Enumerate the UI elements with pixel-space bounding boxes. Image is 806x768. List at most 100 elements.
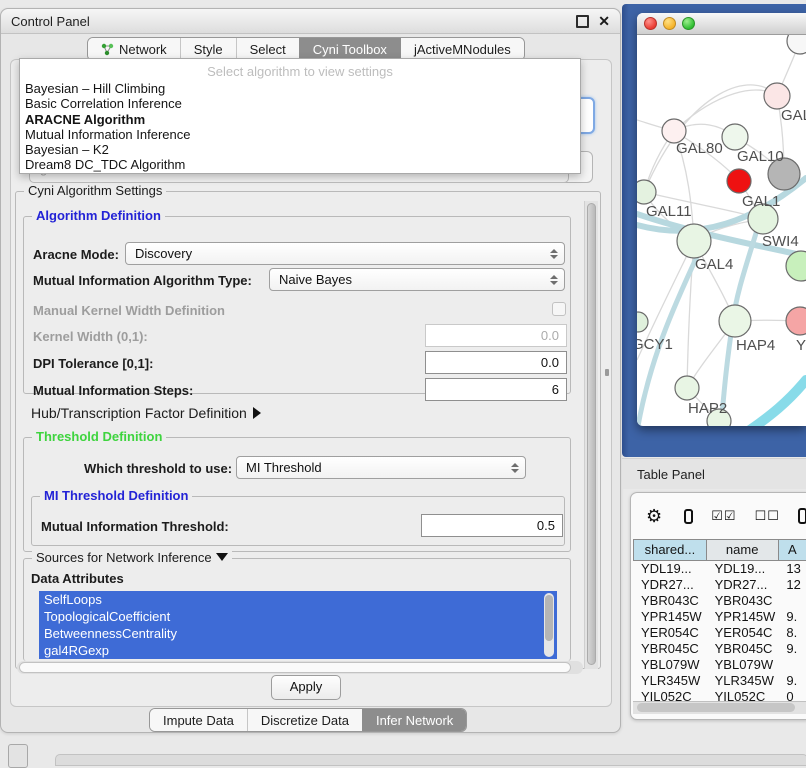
- scrollbar-thumb[interactable]: [587, 203, 596, 665]
- table-cell[interactable]: [778, 593, 806, 609]
- algorithm-option[interactable]: Dream8 DC_TDC Algorithm: [20, 157, 580, 172]
- tab-select[interactable]: Select: [236, 38, 299, 60]
- table-cell[interactable]: 9.: [778, 641, 806, 657]
- column-header-name[interactable]: name: [707, 539, 779, 561]
- table-cell[interactable]: YDR27...: [633, 577, 707, 593]
- algorithm-option[interactable]: Bayesian – K2: [20, 142, 580, 157]
- mi-threshold-input[interactable]: 0.5: [421, 514, 563, 537]
- scrollbar-thumb[interactable]: [19, 662, 571, 673]
- network-node-swi4[interactable]: [786, 251, 806, 281]
- table-row[interactable]: YBL079W YBL079W: [633, 657, 806, 673]
- zoom-traffic-light[interactable]: [682, 17, 695, 30]
- table-row[interactable]: YPR145W YPR145W 9.: [633, 609, 806, 625]
- tab-network[interactable]: Network: [88, 38, 180, 60]
- table-cell[interactable]: YPR145W: [707, 609, 779, 625]
- table-cell[interactable]: YIL052C: [707, 689, 779, 701]
- hub-definition-expander[interactable]: Hub/Transcription Factor Definition: [31, 405, 261, 421]
- aracne-mode-combo[interactable]: Discovery: [125, 242, 565, 265]
- table-cell[interactable]: YBR043C: [707, 593, 779, 609]
- select-all-checkboxes-icon[interactable]: ☑☑: [711, 508, 736, 524]
- sources-title-row[interactable]: Sources for Network Inference: [32, 550, 232, 565]
- split-pane-handle[interactable]: [605, 369, 609, 376]
- table-cell[interactable]: YDL19...: [707, 561, 779, 577]
- network-canvas[interactable]: GAL GAL80 GAL10 GAL1 GAL11 SWI4 GAL4 GCY…: [637, 35, 806, 426]
- table-cell[interactable]: YDL19...: [633, 561, 707, 577]
- float-window-icon[interactable]: [576, 15, 589, 28]
- table-row[interactable]: YBR045C YBR045C 9.: [633, 641, 806, 657]
- mi-steps-input[interactable]: 6: [425, 378, 567, 401]
- table-cell[interactable]: YBR045C: [707, 641, 779, 657]
- manual-kernel-width-checkbox[interactable]: [552, 302, 566, 316]
- minimize-traffic-light[interactable]: [663, 17, 676, 30]
- table-cell[interactable]: 9.: [778, 673, 806, 689]
- algorithm-option[interactable]: Basic Correlation Inference: [20, 96, 580, 111]
- table-cell[interactable]: YBR045C: [633, 641, 707, 657]
- table-row[interactable]: YER054C YER054C 8.: [633, 625, 806, 641]
- which-threshold-combo[interactable]: MI Threshold: [236, 456, 526, 479]
- settings-horizontal-scrollbar[interactable]: [17, 661, 583, 674]
- network-node[interactable]: [786, 307, 806, 335]
- table-row[interactable]: YDL19... YDL19... 13: [633, 561, 806, 577]
- table-cell[interactable]: 12: [778, 577, 806, 593]
- table-row[interactable]: YBR043C YBR043C: [633, 593, 806, 609]
- attribute-item-selected[interactable]: SelfLoops: [39, 591, 557, 608]
- dpi-tolerance-input[interactable]: 0.0: [425, 351, 567, 374]
- apply-button[interactable]: Apply: [271, 675, 341, 700]
- network-node-selected-red[interactable]: [727, 169, 751, 193]
- table-cell[interactable]: YER054C: [707, 625, 779, 641]
- table-cell[interactable]: 13: [778, 561, 806, 577]
- table-cell[interactable]: YPR145W: [633, 609, 707, 625]
- table-cell[interactable]: [778, 657, 806, 673]
- collapsed-panel-button[interactable]: [8, 744, 28, 768]
- tab-discretize-data[interactable]: Discretize Data: [247, 709, 362, 731]
- table-cell[interactable]: YIL052C: [633, 689, 707, 701]
- column-header-partial[interactable]: A: [779, 539, 806, 561]
- attribute-item-selected[interactable]: TopologicalCoefficient: [39, 608, 557, 625]
- mi-algorithm-type-combo[interactable]: Naive Bayes: [269, 268, 565, 291]
- algorithm-option[interactable]: Bayesian – Hill Climbing: [20, 81, 580, 96]
- tab-infer-network[interactable]: Infer Network: [362, 709, 466, 731]
- network-node-gcy1[interactable]: [637, 312, 648, 332]
- kernel-width-input[interactable]: 0.0: [425, 324, 567, 347]
- table-cell[interactable]: YBR043C: [633, 593, 707, 609]
- close-traffic-light[interactable]: [644, 17, 657, 30]
- table-row[interactable]: YDR27... YDR27... 12: [633, 577, 806, 593]
- table-cell[interactable]: 9.: [778, 609, 806, 625]
- network-node-hap2[interactable]: [675, 376, 699, 400]
- deselect-all-checkboxes-icon[interactable]: ☐☐: [755, 508, 780, 524]
- algorithm-option[interactable]: Mutual Information Inference: [20, 127, 580, 142]
- gear-icon[interactable]: ⚙: [646, 506, 662, 527]
- network-node[interactable]: [787, 35, 806, 54]
- attribute-list-scrollbar[interactable]: [544, 593, 554, 657]
- scrollbar-thumb[interactable]: [637, 703, 795, 712]
- network-node-hap4[interactable]: [719, 305, 751, 337]
- table-cell[interactable]: 8.: [778, 625, 806, 641]
- scrollbar-thumb[interactable]: [545, 595, 553, 641]
- tab-impute-data[interactable]: Impute Data: [150, 709, 247, 731]
- tab-jactivemnodules[interactable]: jActiveMNodules: [400, 38, 524, 60]
- column-header-shared-name[interactable]: shared...: [633, 539, 707, 561]
- table-cell[interactable]: 0: [778, 689, 806, 701]
- algorithm-option-selected[interactable]: ARACNE Algorithm: [20, 112, 580, 127]
- network-node-gal11[interactable]: [637, 180, 656, 204]
- table-row[interactable]: YLR345W YLR345W 9.: [633, 673, 806, 689]
- settings-vertical-scrollbar[interactable]: [584, 201, 598, 669]
- columns-icon[interactable]: [684, 509, 693, 524]
- table-function-icon[interactable]: [798, 508, 806, 524]
- table-cell[interactable]: YLR345W: [633, 673, 707, 689]
- network-node[interactable]: [764, 83, 790, 109]
- tab-cyni-toolbox[interactable]: Cyni Toolbox: [299, 38, 400, 60]
- table-cell[interactable]: YDR27...: [707, 577, 779, 593]
- table-cell[interactable]: YER054C: [633, 625, 707, 641]
- table-row[interactable]: YIL052C YIL052C 0: [633, 689, 806, 701]
- network-node[interactable]: [722, 124, 748, 150]
- table-cell[interactable]: YLR345W: [707, 673, 779, 689]
- attribute-item-selected[interactable]: gal4RGexp: [39, 642, 557, 659]
- table-cell[interactable]: YBL079W: [633, 657, 707, 673]
- table-cell[interactable]: YBL079W: [707, 657, 779, 673]
- tab-style[interactable]: Style: [180, 38, 236, 60]
- network-node-gal4[interactable]: [677, 224, 711, 258]
- table-horizontal-scrollbar[interactable]: [633, 701, 806, 714]
- close-icon[interactable]: ✕: [598, 14, 610, 28]
- attribute-item-selected[interactable]: BetweennessCentrality: [39, 625, 557, 642]
